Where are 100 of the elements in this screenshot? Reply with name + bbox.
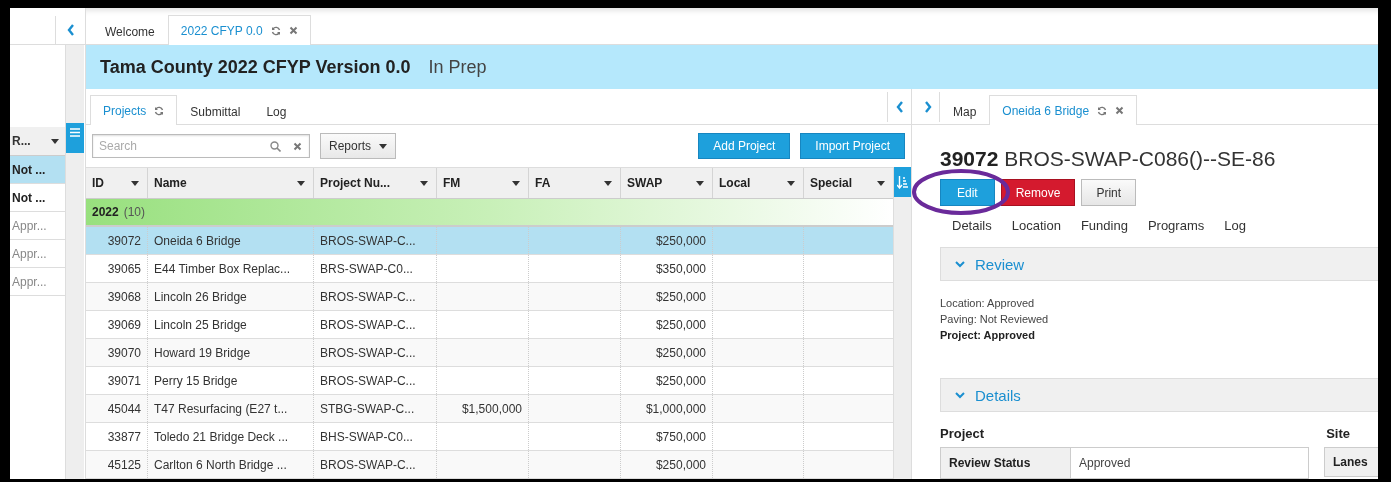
close-icon[interactable] bbox=[1115, 106, 1125, 115]
table-cell: $250,000 bbox=[621, 339, 713, 366]
table-row[interactable]: 39071 Perry 15 Bridge BROS-SWAP-C... $250,000 bbox=[86, 367, 893, 395]
print-button[interactable]: Print bbox=[1081, 179, 1137, 206]
column-header[interactable]: FM bbox=[437, 168, 529, 198]
chevron-right-icon bbox=[923, 101, 932, 113]
review-line: Location: Approved bbox=[940, 297, 1036, 309]
table-cell: 45125 bbox=[86, 451, 148, 478]
tab[interactable]: Programs bbox=[1135, 214, 1213, 237]
remove-button[interactable]: Remove bbox=[1000, 179, 1076, 206]
chevron-left-icon bbox=[895, 101, 904, 113]
table-cell: BHS-SWAP-C0... bbox=[314, 423, 437, 450]
table-cell: $1,000,000 bbox=[621, 395, 713, 422]
column-header[interactable]: FA bbox=[529, 168, 621, 198]
caret-icon[interactable] bbox=[512, 180, 520, 186]
caret-icon[interactable] bbox=[420, 180, 428, 186]
reports-dropdown[interactable]: Reports bbox=[320, 133, 397, 159]
tab[interactable]: Log bbox=[1212, 214, 1254, 237]
close-icon[interactable] bbox=[293, 142, 302, 151]
plan-status: In Prep bbox=[428, 56, 487, 78]
project-heading: 39072 BROS-SWAP-C086()--SE-86 bbox=[940, 147, 1277, 171]
sort-icon bbox=[897, 175, 908, 189]
column-header[interactable]: SWAP bbox=[621, 168, 713, 198]
review-line: Paving: Not Reviewed bbox=[940, 313, 1050, 325]
tab[interactable]: Submittal bbox=[177, 97, 254, 125]
table-cell: STBG-SWAP-C... bbox=[314, 395, 437, 422]
column-header[interactable]: ID bbox=[86, 168, 148, 198]
table-cell: 39071 bbox=[86, 367, 148, 394]
table-cell: Lincoln 26 Bridge bbox=[148, 283, 314, 310]
table-cell: Perry 15 Bridge bbox=[148, 367, 314, 394]
table-cell: $1,500,000 bbox=[437, 395, 529, 422]
group-count: (10) bbox=[123, 205, 146, 219]
caret-icon[interactable] bbox=[131, 180, 139, 186]
chevron-down-icon bbox=[955, 391, 965, 399]
table-cell: 39072 bbox=[86, 227, 148, 254]
close-icon[interactable] bbox=[288, 26, 298, 35]
menu-button[interactable] bbox=[66, 123, 84, 153]
table-cell: $250,000 bbox=[621, 283, 713, 310]
table-cell: Howard 19 Bridge bbox=[148, 339, 314, 366]
column-header[interactable]: R... bbox=[10, 127, 65, 156]
tab[interactable]: Location bbox=[999, 214, 1069, 237]
plan-title: Tama County 2022 CFYP Version 0.0 bbox=[100, 56, 411, 78]
column-header[interactable]: Name bbox=[148, 168, 314, 198]
table-row[interactable]: 39072 Oneida 6 Bridge BROS-SWAP-C... $250,000 bbox=[86, 227, 893, 255]
table-cell: 39065 bbox=[86, 255, 148, 282]
table-row[interactable]: 39070 Howard 19 Bridge BROS-SWAP-C... $250,000 bbox=[86, 339, 893, 367]
sort-button[interactable] bbox=[894, 167, 911, 197]
table-cell: 45044 bbox=[86, 395, 148, 422]
table-cell: E44 Timber Box Replac... bbox=[148, 255, 314, 282]
tab[interactable]: Map bbox=[940, 97, 990, 125]
tab[interactable]: Details bbox=[940, 214, 1000, 237]
chevron-down-icon bbox=[955, 260, 965, 268]
refresh-icon[interactable] bbox=[270, 25, 281, 36]
tab[interactable]: Welcome bbox=[92, 17, 168, 45]
chevron-left-icon bbox=[66, 24, 75, 36]
table-cell: BROS-SWAP-C... bbox=[314, 227, 437, 254]
table-cell: BROS-SWAP-C... bbox=[314, 339, 437, 366]
table-row[interactable]: 39068 Lincoln 26 Bridge BROS-SWAP-C... $250,000 bbox=[86, 283, 893, 311]
caret-icon[interactable] bbox=[787, 180, 795, 186]
table-cell: Lincoln 25 Bridge bbox=[148, 311, 314, 338]
caret-icon[interactable] bbox=[604, 180, 612, 186]
refresh-icon[interactable] bbox=[1097, 105, 1108, 116]
group-row[interactable]: 2022 (10) bbox=[86, 199, 893, 227]
tab[interactable]: Log bbox=[253, 97, 300, 125]
tab[interactable]: Oneida 6 Bridge bbox=[989, 95, 1138, 125]
caret-icon[interactable] bbox=[51, 138, 59, 144]
table-cell: Carlton 6 North Bridge ... bbox=[148, 451, 314, 478]
column-header[interactable]: Local bbox=[713, 168, 804, 198]
review-line: Project: Approved bbox=[940, 329, 1036, 341]
search-icon[interactable] bbox=[270, 141, 281, 152]
table-cell: $750,000 bbox=[621, 423, 713, 450]
tab[interactable]: 2022 CFYP 0.0 bbox=[167, 15, 311, 45]
menu-icon bbox=[70, 128, 80, 137]
caret-icon[interactable] bbox=[877, 180, 885, 186]
table-row[interactable]: 45125 Carlton 6 North Bridge ... BROS-SWAP-C... $250,000 bbox=[86, 451, 893, 479]
table-row[interactable]: 33877 Toledo 21 Bridge Deck ... BHS-SWAP-C0... $750,000 bbox=[86, 423, 893, 451]
group-label: 2022 bbox=[92, 205, 119, 219]
table-row[interactable]: 39069 Lincoln 25 Bridge BROS-SWAP-C... $250,000 bbox=[86, 311, 893, 339]
search-field[interactable]: Search bbox=[92, 134, 310, 158]
table-cell: $250,000 bbox=[621, 367, 713, 394]
field-label: Review Status bbox=[941, 448, 1071, 478]
table-cell: 39068 bbox=[86, 283, 148, 310]
tab[interactable]: Projects bbox=[90, 95, 178, 125]
table-cell: Toledo 21 Bridge Deck ... bbox=[148, 423, 314, 450]
refresh-icon[interactable] bbox=[154, 105, 165, 116]
field-value: Approved bbox=[1078, 455, 1132, 472]
table-row[interactable]: 39065 E44 Timber Box Replac... BRS-SWAP-C0... $350,000 bbox=[86, 255, 893, 283]
group-heading: Project bbox=[940, 426, 985, 441]
list-row[interactable]: Not ... bbox=[10, 156, 65, 184]
column-header[interactable]: Project Nu... bbox=[314, 168, 437, 198]
table-row[interactable]: 45044 T47 Resurfacing (E27 t... STBG-SWAP-C... $1,500,000 $1,000,000 bbox=[86, 395, 893, 423]
table-cell: 39069 bbox=[86, 311, 148, 338]
field-label: Lanes bbox=[1324, 447, 1378, 477]
caret-icon[interactable] bbox=[696, 180, 704, 186]
table-cell: $350,000 bbox=[621, 255, 713, 282]
caret-icon[interactable] bbox=[379, 143, 388, 149]
caret-icon[interactable] bbox=[297, 180, 305, 186]
table-cell: BROS-SWAP-C... bbox=[314, 451, 437, 478]
table-cell: BROS-SWAP-C... bbox=[314, 283, 437, 310]
tab[interactable]: Funding bbox=[1068, 214, 1136, 237]
